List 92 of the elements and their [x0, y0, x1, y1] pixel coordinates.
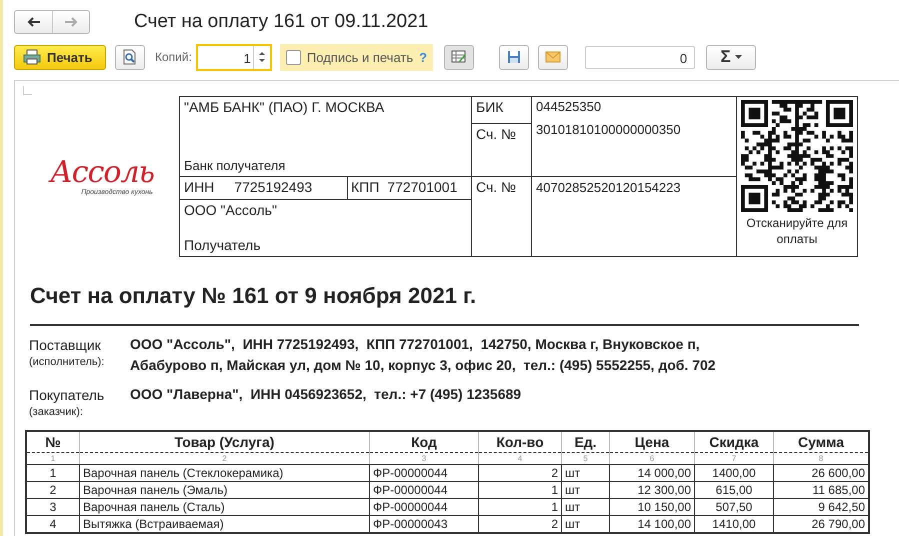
table-cell: ФР-00000044	[370, 482, 478, 498]
table-cell: 2	[478, 464, 562, 482]
table-cell: 14 100,00	[610, 516, 694, 533]
sign-checkbox[interactable]	[286, 50, 301, 64]
number-field[interactable]: 0	[585, 46, 696, 68]
table-pencil-icon	[451, 50, 468, 64]
table-cell: ФР-00000043	[370, 516, 478, 533]
recipient-label: Получатель	[184, 237, 262, 253]
window-title: Счет на оплату 161 от 09.11.2021	[134, 11, 428, 33]
magnifier-page-icon	[123, 49, 137, 65]
down-caret-icon	[258, 59, 265, 62]
party-label: Поставщик	[29, 336, 102, 355]
table-cell: 12 300,00	[610, 482, 694, 498]
bik-label: БИК	[476, 99, 504, 115]
column-number: 6	[610, 452, 694, 464]
table-cell: 9 642,50	[774, 498, 869, 516]
table-cell: 10 150,00	[610, 498, 694, 516]
table-cell: 615,00	[694, 482, 774, 498]
table-cell: шт	[562, 464, 610, 482]
table-cell: ФР-00000044	[370, 464, 478, 482]
column-number: 1	[26, 452, 80, 464]
table-cell: 3	[26, 498, 80, 516]
table-cell: 11 685,00	[774, 482, 869, 498]
table-cell: Варочная панель (Эмаль)	[80, 482, 370, 498]
party-details: Абабурово п, Майская ул, дом № 10, корпус 3, офис 20, тел.: (495) 5552255, доб. 702	[130, 356, 717, 375]
column-header: Сумма	[774, 431, 869, 452]
inn-label: ИНН	[184, 179, 214, 195]
account-label: Сч. №	[476, 179, 516, 195]
edit-table-button[interactable]	[444, 44, 474, 70]
corr-account-value: 30101810100000000350	[536, 122, 682, 137]
table-cell: 2	[26, 482, 80, 498]
table-cell: 14 000,00	[610, 464, 694, 482]
bank-name: "АМБ БАНК" (ПАО) Г. МОСКВА	[184, 99, 386, 115]
inn-value: 7725192493	[234, 179, 312, 195]
table-cell: шт	[562, 482, 610, 498]
table-cell: 1	[26, 464, 80, 482]
party-details: ООО "Ассоль", ИНН 7725192493, КПП 772701001, 142750, Москва г, Внуковское п,	[130, 335, 701, 354]
column-number: 4	[478, 452, 562, 464]
sign-and-print-label: Подпись и печать	[306, 50, 414, 64]
table-cell: 26 600,00	[774, 464, 869, 482]
table-cell: 2	[478, 516, 562, 533]
column-header: Код	[370, 431, 478, 452]
back-arrow-icon	[26, 17, 40, 27]
column-number: 2	[80, 452, 370, 464]
bik-value: 044525350	[536, 99, 602, 114]
column-header: Цена	[610, 431, 694, 452]
column-header: Ед.	[562, 431, 610, 452]
table-cell: 1410,00	[694, 516, 774, 533]
table-cell: 1	[478, 482, 562, 498]
party-sublabel: (заказчик):	[29, 406, 84, 418]
print-button[interactable]: Печать	[14, 44, 106, 70]
table-cell: шт	[562, 498, 610, 516]
column-number: 8	[774, 452, 869, 464]
invoice-title: Счет на оплату № 161 от 9 ноября 2021 г.	[30, 283, 859, 326]
sum-button[interactable]: Σ	[706, 44, 756, 70]
column-number: 7	[694, 452, 774, 464]
table-cell: 1400,00	[694, 464, 774, 482]
caret-icon	[734, 55, 742, 59]
table-cell: 1	[478, 498, 562, 516]
column-header: Скидка	[694, 431, 774, 452]
table-cell: 26 790,00	[774, 516, 869, 533]
bank-label: Банк получателя	[184, 158, 286, 173]
column-number: 3	[370, 452, 478, 464]
corr-account-label: Сч. №	[476, 126, 516, 142]
column-header: Товар (Услуга)	[80, 431, 370, 452]
forward-arrow-icon	[64, 17, 78, 27]
account-value: 40702852520120154223	[536, 180, 681, 195]
table-cell: ФР-00000044	[370, 498, 478, 516]
save-button[interactable]	[499, 44, 530, 70]
preview-button[interactable]	[115, 44, 145, 70]
table-cell: Варочная панель (Сталь)	[80, 498, 370, 516]
party-sublabel: (исполнитель):	[29, 356, 106, 368]
column-header: Кол-во	[478, 431, 562, 452]
envelope-icon	[545, 51, 562, 63]
table-cell: 507,50	[694, 498, 774, 516]
table-cell: шт	[562, 516, 610, 533]
up-caret-icon	[258, 52, 265, 55]
copies-field[interactable]: 1	[196, 44, 272, 70]
party-label: Покупатель	[29, 386, 106, 405]
recipient-name: ООО "Ассоль"	[184, 202, 278, 218]
kpp-value: 772701001	[387, 179, 458, 195]
table-cell: 4	[26, 516, 80, 533]
printer-icon	[23, 49, 41, 65]
table-cell: Варочная панель (Стеклокерамика)	[80, 464, 370, 482]
column-number: 5	[562, 452, 610, 464]
qr-caption: Отсканируйте для оплаты	[745, 216, 849, 248]
kpp-label: КПП	[351, 179, 380, 195]
copies-label: Копий:	[155, 50, 192, 64]
party-details: ООО "Лаверна", ИНН 0456923652, тел.: +7 (495) 1235689	[130, 385, 522, 404]
table-cell: Вытяжка (Встраиваемая)	[80, 516, 370, 533]
column-header: №	[26, 431, 80, 452]
email-button[interactable]	[538, 44, 568, 70]
